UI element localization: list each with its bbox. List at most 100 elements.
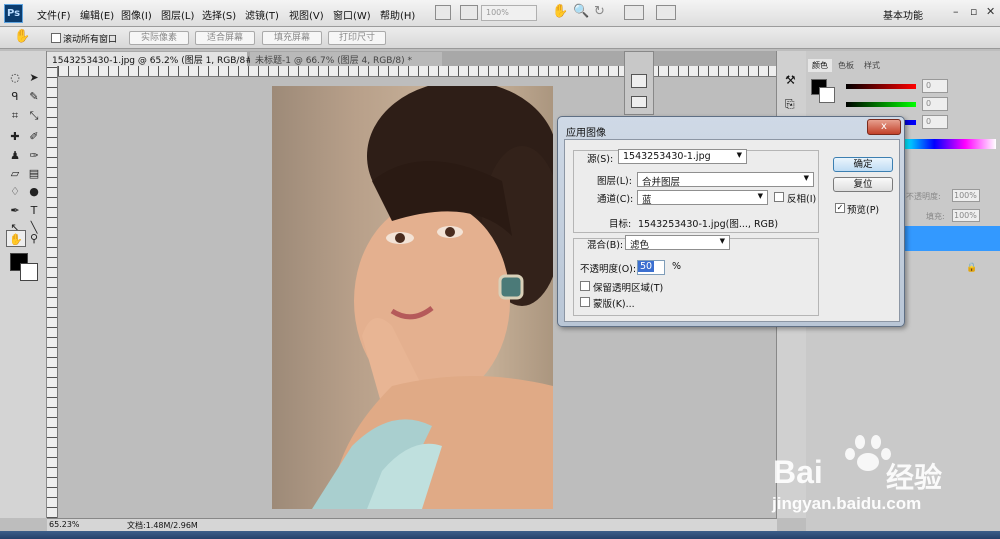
layer-label: 图层(L):: [597, 176, 632, 187]
lasso-tool-icon[interactable]: ᑫ: [6, 88, 24, 106]
reset-button[interactable]: 复位: [833, 177, 893, 192]
source-value: 1543253430-1.jpg: [623, 151, 711, 162]
layer-fill-input[interactable]: 100%: [952, 209, 980, 222]
minimize-button[interactable]: –: [953, 5, 959, 18]
layer-select[interactable]: 合并图层 ▼: [637, 172, 814, 188]
blend-label: 混合(B):: [587, 240, 624, 251]
fit-screen-button[interactable]: 适合屏幕: [195, 31, 255, 45]
move-tool-icon[interactable]: ➤: [25, 69, 43, 87]
preserve-transparency-checkbox[interactable]: [580, 281, 590, 291]
green-slider[interactable]: [846, 102, 916, 107]
vertical-ruler: [47, 66, 58, 518]
brush-tool-icon[interactable]: ✐: [25, 128, 43, 146]
invert-checkbox[interactable]: [774, 192, 784, 202]
menu-window[interactable]: 窗口(W): [333, 7, 371, 22]
collapsed-panel-dock: [624, 51, 654, 115]
panel-background-swatch[interactable]: [819, 87, 835, 103]
selected-layer-row[interactable]: [904, 226, 1000, 251]
horizontal-ruler: [58, 66, 776, 77]
hand-tool-icon[interactable]: ✋: [552, 4, 568, 19]
baidu-watermark: Bai 经验 jingyan.baidu.com: [768, 432, 988, 522]
dodge-tool-icon[interactable]: ●: [25, 183, 43, 201]
scroll-all-checkbox[interactable]: [51, 33, 61, 43]
menu-file[interactable]: 文件(F): [37, 7, 71, 22]
print-size-button[interactable]: 打印尺寸: [328, 31, 386, 45]
tab-document-2[interactable]: 未标题-1 @ 66.7% (图层 4, RGB/8) *: [250, 52, 442, 66]
crop-tool-icon[interactable]: ⌗: [6, 107, 24, 125]
hand-tool-preset-icon[interactable]: ✋: [14, 29, 30, 44]
status-bar: 65.23% 文档:1.48M/2.96M: [47, 518, 777, 531]
screen-mode-icon[interactable]: [656, 5, 676, 20]
restore-button[interactable]: ▫: [970, 5, 977, 18]
background-color-swatch[interactable]: [20, 263, 38, 281]
preview-checkbox[interactable]: ✓: [835, 203, 845, 213]
opacity-input[interactable]: 50: [637, 260, 665, 275]
chevron-down-icon: ▼: [803, 174, 809, 182]
menu-filter[interactable]: 滤镜(T): [245, 7, 279, 22]
apply-image-dialog: 应用图像 x 源(S): 1543253430-1.jpg ▼ 图层(L): 合并…: [557, 116, 905, 327]
view-extras-icon[interactable]: [460, 5, 478, 20]
menu-select[interactable]: 选择(S): [202, 7, 236, 22]
lock-icon: 🔒: [966, 263, 978, 273]
blue-value[interactable]: 0: [922, 115, 948, 129]
tab-document-1[interactable]: 1543253430-1.jpg @ 65.2% (图层 1, RGB/8#) …: [47, 52, 264, 66]
document-tabs: 1543253430-1.jpg @ 65.2% (图层 1, RGB/8#) …: [47, 51, 777, 66]
history-panel-icon[interactable]: [631, 74, 647, 88]
gradient-tool-icon[interactable]: ▤: [25, 165, 43, 183]
eyedropper-tool-icon[interactable]: ⤡: [25, 107, 43, 125]
eraser-tool-icon[interactable]: ▱: [6, 165, 24, 183]
tab-color[interactable]: 颜色: [808, 59, 832, 72]
rotate-view-icon[interactable]: ↻: [594, 4, 605, 19]
actual-pixels-button[interactable]: 实际像素: [129, 31, 189, 45]
dialog-body: 源(S): 1543253430-1.jpg ▼ 图层(L): 合并图层 ▼ 通道(…: [564, 139, 900, 322]
windows-taskbar: [0, 531, 1000, 539]
layer-opacity-input[interactable]: 100%: [952, 189, 980, 202]
actions-panel-icon[interactable]: [631, 96, 647, 108]
menu-bar: Ps 文件(F) 编辑(E) 图像(I) 图层(L) 选择(S) 滤镜(T) 视…: [0, 0, 1000, 27]
menu-layer[interactable]: 图层(L): [161, 7, 194, 22]
zoom-level-select[interactable]: 100%: [481, 5, 537, 21]
close-window-button[interactable]: ✕: [986, 5, 995, 18]
preserve-transparency-label: 保留透明区域(T): [593, 283, 664, 294]
mask-label: 蒙版(K)...: [593, 299, 635, 310]
layer-value: 合并图层: [642, 177, 681, 188]
ok-button[interactable]: 确定: [833, 157, 893, 172]
tab-styles[interactable]: 样式: [860, 59, 884, 72]
zoom-readout[interactable]: 65.23%: [49, 520, 80, 529]
marquee-tool-icon[interactable]: ◌: [6, 69, 24, 87]
menu-edit[interactable]: 编辑(E): [80, 7, 114, 22]
clone-stamp-icon[interactable]: ♟: [6, 147, 24, 165]
history-brush-icon[interactable]: ✑: [25, 147, 43, 165]
opacity-label-dialog: 不透明度(O):: [580, 264, 637, 275]
healing-brush-icon[interactable]: ✚: [6, 128, 24, 146]
bridge-icon[interactable]: [435, 5, 451, 20]
swatch-tool-icon[interactable]: ⚒: [785, 73, 796, 87]
red-value[interactable]: 0: [922, 79, 948, 93]
opacity-label: 不透明度:: [906, 192, 941, 201]
fill-screen-button[interactable]: 填充屏幕: [262, 31, 322, 45]
menu-view[interactable]: 视图(V): [289, 7, 324, 22]
channel-select[interactable]: 蓝 ▼: [637, 190, 768, 206]
tab-swatches[interactable]: 色板: [834, 59, 858, 72]
dialog-close-button[interactable]: x: [867, 119, 901, 135]
green-value[interactable]: 0: [922, 97, 948, 111]
document-photo[interactable]: [272, 86, 553, 509]
arrange-documents-icon[interactable]: [624, 5, 644, 20]
menu-image[interactable]: 图像(I): [121, 7, 152, 22]
dialog-title: 应用图像: [566, 128, 606, 139]
red-slider[interactable]: [846, 84, 916, 89]
blur-tool-icon[interactable]: ♢: [6, 183, 24, 201]
source-select[interactable]: 1543253430-1.jpg ▼: [618, 149, 747, 164]
document-size: 文档:1.48M/2.96M: [127, 521, 198, 530]
blend-select[interactable]: 滤色 ▼: [625, 235, 730, 251]
zoom-tool-icon[interactable]: 🔍: [573, 4, 589, 19]
clipboard-icon[interactable]: ⎘: [785, 97, 795, 112]
hand-tool-icon-active[interactable]: ✋: [6, 230, 26, 247]
quick-selection-icon[interactable]: ✎: [25, 88, 43, 106]
type-tool-icon[interactable]: T: [25, 202, 43, 220]
pen-tool-icon[interactable]: ✒: [6, 202, 24, 220]
mask-checkbox[interactable]: [580, 297, 590, 307]
zoom-tool-icon-box[interactable]: ⚲: [25, 230, 43, 248]
workspace-switcher[interactable]: 基本功能: [883, 7, 923, 22]
menu-help[interactable]: 帮助(H): [380, 7, 415, 22]
